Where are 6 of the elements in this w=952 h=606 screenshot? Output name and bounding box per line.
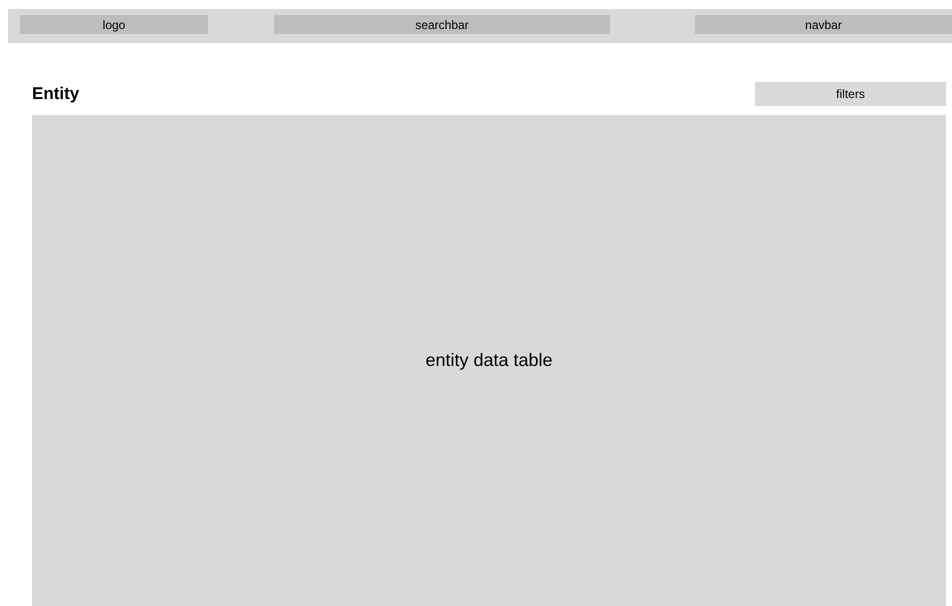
- logo-area: logo: [20, 15, 208, 34]
- page-title: Entity: [32, 83, 80, 106]
- filters-area: filters: [755, 82, 946, 106]
- navbar-area: navbar: [695, 15, 952, 34]
- data-table-area: entity data table: [32, 115, 946, 606]
- searchbar-area: searchbar: [274, 15, 610, 34]
